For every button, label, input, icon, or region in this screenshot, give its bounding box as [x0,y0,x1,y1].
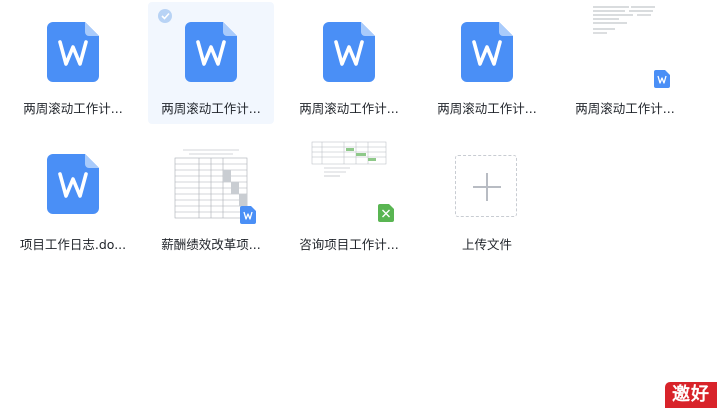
file-tile[interactable]: 薪酬绩效改革项... [148,138,274,260]
file-name: 两周滚动工作计... [299,101,399,116]
file-tile[interactable]: 咨询项目工作计... [286,138,412,260]
word-badge-icon [240,206,256,224]
word-file-icon [47,22,99,82]
file-tile[interactable]: 项目工作日志.do... [10,138,136,260]
file-name: 两周滚动工作计... [161,101,261,116]
file-name: 项目工作日志.do... [19,237,127,252]
selected-check-icon[interactable] [158,9,172,23]
file-name: 两周滚动工作计... [23,101,123,116]
document-preview-thumbnail [589,2,661,42]
file-name: 两周滚动工作计... [575,101,675,116]
file-name: 咨询项目工作计... [299,237,399,252]
upload-label: 上传文件 [461,237,512,252]
upload-button[interactable] [455,155,517,217]
excel-badge-icon [378,204,394,222]
file-tile[interactable]: 两周滚动工作计... [10,2,136,124]
word-badge-icon [654,70,670,88]
brand-logo: 邀好 [665,382,717,408]
word-file-icon [185,22,237,82]
file-name: 薪酬绩效改革项... [161,237,261,252]
word-file-icon [461,22,513,82]
spreadsheet-preview-thumbnail [310,140,388,180]
upload-tile[interactable]: 上传文件 [424,138,550,260]
file-tile[interactable]: 两周滚动工作计... [562,2,688,124]
file-tile[interactable]: 两周滚动工作计... [286,2,412,124]
file-name: 两周滚动工作计... [437,101,537,116]
word-file-icon [47,154,99,214]
file-tile[interactable]: 两周滚动工作计... [424,2,550,124]
word-file-icon [323,22,375,82]
file-tile-selected[interactable]: 两周滚动工作计... [148,2,274,124]
